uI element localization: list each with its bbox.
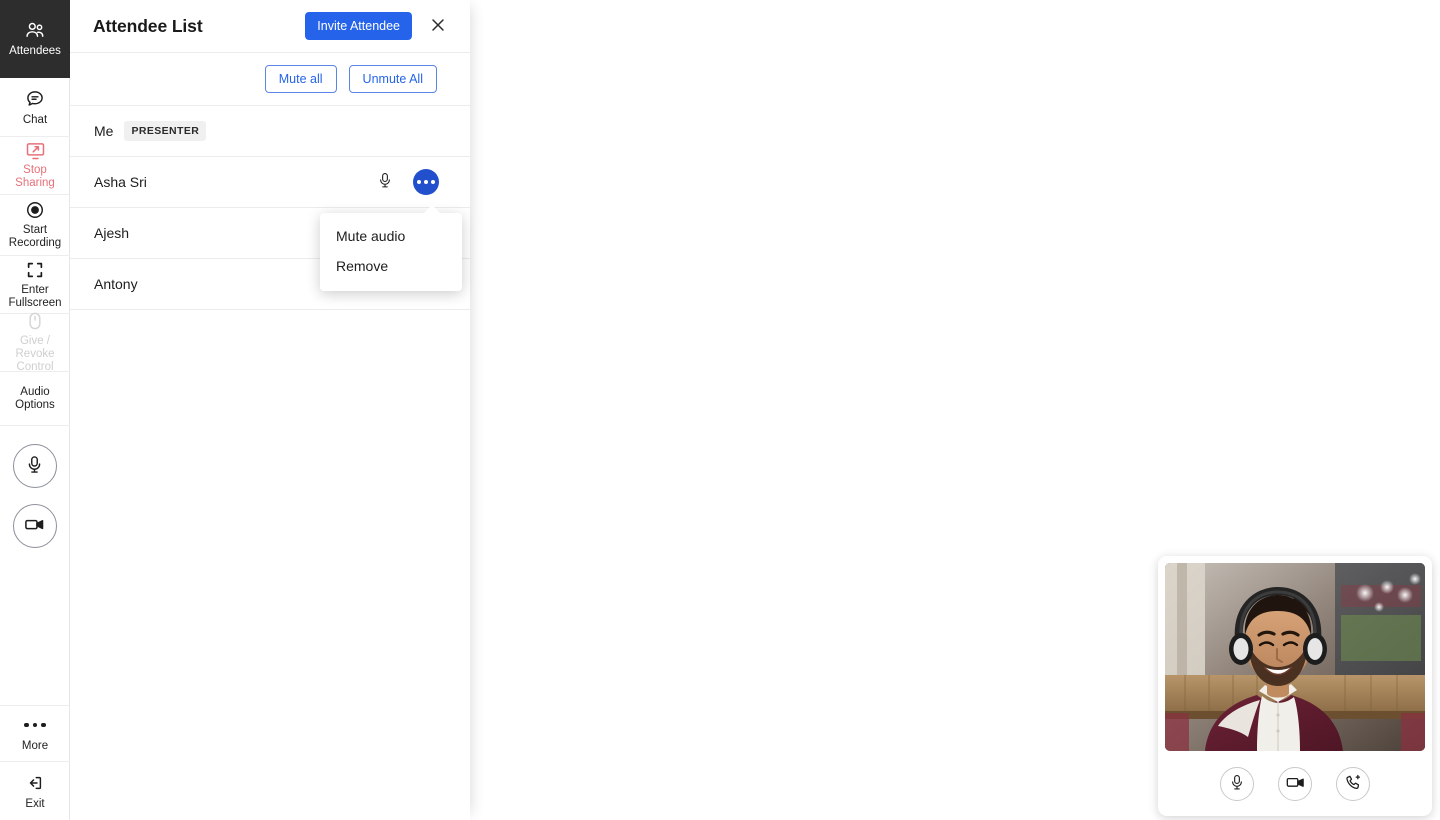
sidebar-item-start-recording[interactable]: Start Recording <box>0 195 70 256</box>
screen-share-icon <box>25 141 46 160</box>
attendee-name: Antony <box>94 276 138 292</box>
exit-icon <box>26 772 44 794</box>
invite-attendee-button[interactable]: Invite Attendee <box>305 12 412 40</box>
sidebar-item-more[interactable]: More <box>0 706 70 762</box>
sidebar-label-more: More <box>21 740 49 752</box>
attendee-name: Ajesh <box>94 225 130 241</box>
sidebar-label-stop-sharing: Stop Sharing <box>15 164 55 189</box>
status-badge: PRESENTER <box>124 121 207 141</box>
context-menu-arrow <box>423 205 441 214</box>
left-toolbar: Attendees Chat Stop Sharing Start Record… <box>0 0 70 820</box>
mute-all-button[interactable]: Mute all <box>264 65 337 93</box>
sidebar-item-exit[interactable]: Exit <box>0 762 70 820</box>
sidebar-label-exit: Exit <box>25 797 45 810</box>
sidebar-spacer <box>0 562 69 706</box>
page-title: Attendee List <box>93 15 203 36</box>
sidebar-item-chat[interactable]: Chat <box>0 78 70 137</box>
attendee-panel-header: Attendee List Invite Attendee <box>70 0 470 53</box>
self-video-feed <box>1165 563 1425 751</box>
video-camera-icon <box>1286 776 1305 792</box>
sidebar-label-attendees: Attendees <box>9 45 61 57</box>
microphone-icon <box>1230 774 1244 794</box>
camera-toggle-button[interactable] <box>12 504 57 548</box>
menu-item-mute-audio[interactable]: Mute audio <box>320 221 462 251</box>
sidebar-media-buttons <box>0 426 69 562</box>
sidebar-label-audio-options: Audio Options <box>15 385 55 411</box>
table-row[interactable]: Me PRESENTER <box>70 106 470 157</box>
sidebar-label-give-revoke-control: Give / Revoke Control <box>15 335 55 373</box>
attendee-name: Asha Sri <box>94 174 147 190</box>
sidebar-item-audio-options[interactable]: Audio Options <box>0 372 70 426</box>
attendee-name: Me <box>94 123 114 139</box>
sidebar-label-start-recording: Start Recording <box>8 224 62 249</box>
menu-item-remove[interactable]: Remove <box>320 251 462 281</box>
attendee-options-button[interactable] <box>413 169 439 195</box>
unmute-all-button[interactable]: Unmute All <box>348 65 437 93</box>
sidebar-label-enter-fullscreen: Enter Fullscreen <box>8 283 62 309</box>
microphone-icon <box>378 172 392 192</box>
meeting-app-window: Attendees Chat Stop Sharing Start Record… <box>0 0 1440 820</box>
ellipsis-icon <box>24 714 46 736</box>
microphone-icon <box>26 455 43 477</box>
close-icon <box>431 18 445 35</box>
self-video-card <box>1158 556 1432 816</box>
ellipsis-icon <box>417 180 435 184</box>
self-microphone-button[interactable] <box>1220 766 1254 801</box>
people-icon <box>24 19 46 41</box>
self-video-controls <box>1165 751 1425 816</box>
table-row[interactable]: Asha Sri <box>70 157 470 208</box>
attendee-microphone-button[interactable] <box>373 170 397 194</box>
fullscreen-icon <box>25 260 45 280</box>
self-camera-button[interactable] <box>1278 766 1312 801</box>
sidebar-item-give-revoke-control: Give / Revoke Control <box>0 311 70 373</box>
mouse-icon <box>27 311 43 331</box>
sidebar-item-attendees[interactable]: Attendees <box>0 0 70 78</box>
sidebar-label-chat: Chat <box>22 113 48 126</box>
video-camera-icon <box>24 517 45 535</box>
sidebar-item-enter-fullscreen[interactable]: Enter Fullscreen <box>0 256 70 314</box>
bulk-audio-actions: Mute all Unmute All <box>70 53 470 106</box>
sidebar-item-stop-sharing[interactable]: Stop Sharing <box>0 137 70 195</box>
record-circle-icon <box>25 200 45 220</box>
add-call-button[interactable] <box>1336 766 1370 801</box>
phone-plus-icon <box>1345 774 1362 794</box>
attendee-list-panel: Attendee List Invite Attendee Mute all U… <box>70 0 470 820</box>
close-panel-button[interactable] <box>428 16 448 36</box>
microphone-toggle-button[interactable] <box>12 444 57 488</box>
chat-bubble-icon <box>25 88 45 110</box>
video-still-image <box>1165 563 1425 751</box>
attendee-context-menu: Mute audio Remove <box>320 205 462 291</box>
